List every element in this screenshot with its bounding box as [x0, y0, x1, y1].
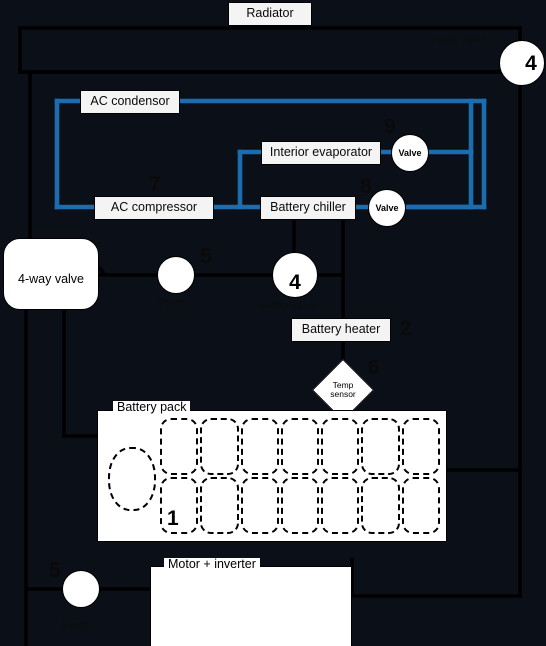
four-way-valve-label: 4-way valve — [18, 272, 84, 286]
battery-chiller-label: Battery chiller — [270, 200, 346, 215]
battery-cell — [361, 477, 400, 534]
battery-cell — [361, 418, 400, 475]
battery-cell — [280, 418, 320, 475]
battery-pack-number: 1 — [167, 507, 179, 530]
battery-cell — [160, 477, 199, 534]
three-way-valve-top-number: 4 — [525, 52, 537, 75]
battery-cell — [321, 418, 360, 475]
pump-top-impeller-icon — [167, 264, 186, 286]
battery-pack-label: Battery pack — [113, 401, 191, 414]
valve-chiller-number: 8 — [360, 175, 372, 198]
valve-evaporator-label: Valve — [398, 148, 422, 158]
battery-heater-number: 2 — [400, 317, 412, 340]
valve-chiller-label: Valve — [375, 203, 399, 213]
battery-heater-label: Battery heater — [301, 322, 381, 337]
ac-condensor-box[interactable]: AC condensor — [80, 90, 180, 114]
battery-cell — [280, 477, 320, 534]
pump-top-number: 5 — [200, 245, 212, 268]
four-way-valve[interactable]: 4-way valve — [3, 238, 99, 310]
battery-cell — [240, 418, 279, 475]
valve-chiller[interactable]: Valve — [368, 189, 406, 227]
motor-inverter-panel[interactable] — [150, 566, 352, 646]
temp-sensor-label-line2: sensor — [330, 389, 356, 399]
pump-top[interactable] — [157, 256, 195, 294]
pump-top-caption: Pump — [159, 297, 188, 309]
three-way-valve-mid[interactable]: 4 — [272, 252, 318, 298]
three-way-valve-top-caption: 3-way valve — [428, 34, 487, 46]
battery-heater-box[interactable]: Battery heater — [291, 318, 391, 342]
battery-cell — [200, 477, 239, 534]
motor-inverter-label: Motor + inverter — [164, 558, 260, 571]
pump-bottom[interactable] — [62, 570, 100, 608]
battery-cell — [240, 477, 279, 534]
three-way-valve-top[interactable]: 4 — [499, 40, 545, 86]
battery-module-oval — [108, 447, 156, 511]
valve-evaporator-number: 9 — [384, 115, 396, 138]
ac-compressor-box[interactable]: AC compressor — [94, 196, 214, 220]
battery-cell — [401, 477, 440, 534]
three-way-valve-mid-caption: 3-way valve — [259, 300, 318, 312]
interior-evaporator-box[interactable]: Interior evaporator — [261, 141, 381, 165]
valve-evaporator[interactable]: Valve — [391, 134, 429, 172]
pump-bottom-impeller-icon — [72, 578, 91, 600]
pump-bottom-number: 5 — [49, 559, 61, 582]
interior-evaporator-label: Interior evaporator — [269, 145, 373, 160]
battery-cell — [200, 418, 239, 475]
battery-cell — [160, 418, 199, 475]
battery-cell — [321, 477, 360, 534]
battery-cell — [401, 418, 440, 475]
pump-bottom-caption: Pump — [62, 620, 91, 632]
radiator-box[interactable]: Radiator — [228, 2, 312, 26]
battery-chiller-box[interactable]: Battery chiller — [260, 196, 356, 220]
temp-sensor-number: 6 — [368, 356, 380, 379]
ac-compressor-label: AC compressor — [110, 200, 198, 215]
battery-cell-grid — [160, 418, 440, 534]
three-way-valve-mid-number: 4 — [289, 271, 301, 294]
thermal-system-diagram: Radiator 3-way valve 4 AC condensor Inte… — [0, 0, 546, 646]
ac-compressor-number: 7 — [149, 173, 161, 196]
radiator-label: Radiator — [246, 6, 294, 21]
ac-condensor-label: AC condensor — [90, 94, 170, 109]
coolant-lines — [18, 26, 522, 646]
temp-sensor-label: Temp sensor — [322, 369, 364, 411]
